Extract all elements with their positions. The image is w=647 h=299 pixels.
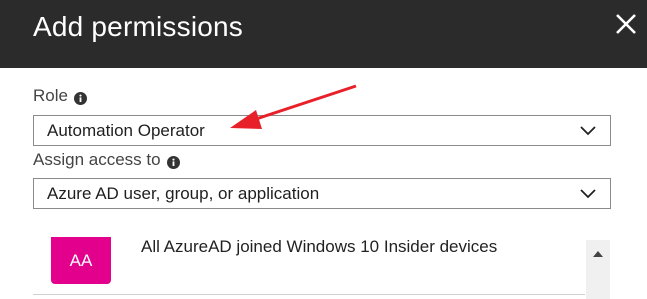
blade-header: Add permissions bbox=[0, 0, 647, 68]
close-button[interactable] bbox=[612, 10, 640, 38]
assign-label-row: Assign access to bbox=[33, 150, 180, 170]
divider bbox=[33, 294, 585, 295]
assign-access-dropdown-value: Azure AD user, group, or application bbox=[47, 184, 320, 203]
info-icon[interactable] bbox=[73, 90, 87, 105]
list-item[interactable]: AA All AzureAD joined Windows 10 Insider… bbox=[33, 222, 585, 299]
role-dropdown-value: Automation Operator bbox=[47, 121, 205, 140]
role-label-row: Role bbox=[33, 86, 87, 106]
chevron-down-icon bbox=[580, 126, 596, 136]
info-icon[interactable] bbox=[166, 154, 180, 169]
assign-access-label: Assign access to bbox=[33, 150, 161, 169]
avatar: AA bbox=[51, 237, 111, 284]
close-icon bbox=[616, 14, 636, 34]
role-label: Role bbox=[33, 86, 68, 105]
scrollbar[interactable] bbox=[586, 240, 610, 299]
list-item-title: All AzureAD joined Windows 10 Insider de… bbox=[141, 237, 498, 256]
chevron-down-icon bbox=[580, 189, 596, 199]
scroll-up-arrow-icon[interactable] bbox=[592, 250, 604, 258]
add-permissions-blade: Add permissions Role Automation Operator… bbox=[0, 0, 647, 299]
role-dropdown[interactable]: Automation Operator bbox=[33, 115, 611, 146]
blade-title: Add permissions bbox=[33, 11, 243, 42]
assign-access-dropdown[interactable]: Azure AD user, group, or application bbox=[33, 178, 611, 209]
